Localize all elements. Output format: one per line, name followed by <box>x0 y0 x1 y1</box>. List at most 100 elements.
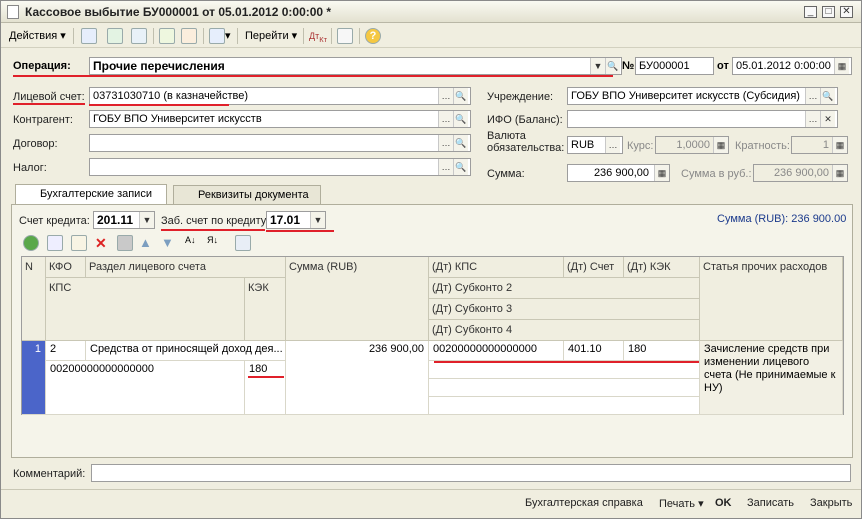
cell-kek[interactable]: 180 <box>245 361 286 415</box>
cell-dt-kek[interactable]: 180 <box>624 341 700 361</box>
counterparty-label: Контрагент: <box>13 114 73 126</box>
cell-kfo[interactable]: 2 <box>46 341 86 361</box>
actions-menu[interactable]: Действия ▾ <box>9 28 66 44</box>
delete-row-icon[interactable]: ✕ <box>95 235 111 251</box>
col-header-kfo[interactable]: КФО <box>46 257 86 278</box>
institution-select-button[interactable]: … <box>805 88 820 104</box>
col-header-dt-kps[interactable]: (Дт) КПС <box>429 257 564 278</box>
cell-section[interactable]: Средства от приносящей доход дея... <box>86 341 286 361</box>
col-header-dt-account[interactable]: (Дт) Счет <box>564 257 624 278</box>
number-field[interactable]: БУ000001 <box>635 57 714 75</box>
offbalance-label: Заб. счет по кредиту: <box>161 215 270 227</box>
cell-kps[interactable]: 00200000000000000 <box>46 361 245 415</box>
list-icon[interactable] <box>337 28 353 44</box>
col-header-subconto-4[interactable]: (Дт) Субконто 4 <box>429 320 700 341</box>
post-icon[interactable] <box>159 28 175 44</box>
counterparty-field[interactable]: ГОБУ ВПО Университет искусств … 🔍 <box>89 110 471 128</box>
tax-field[interactable]: … 🔍 <box>89 158 471 176</box>
ifo-clear-icon[interactable]: ✕ <box>820 111 835 127</box>
sum-label: Сумма: <box>487 168 525 180</box>
sum-rub-field: 236 900,00 ▦ <box>753 164 848 182</box>
contract-search-icon[interactable]: 🔍 <box>453 135 468 151</box>
operation-field[interactable]: Прочие перечисления ▼ 🔍 <box>89 57 622 75</box>
sum-rub-label: Сумма в руб.: <box>681 168 752 180</box>
cell-subconto-4[interactable] <box>429 397 700 415</box>
multiplicity-calculator-icon: ▦ <box>832 137 847 153</box>
counterparty-select-button[interactable]: … <box>438 111 453 127</box>
help-icon[interactable]: ? <box>365 28 381 44</box>
save-button[interactable]: Записать <box>747 497 794 509</box>
col-header-n[interactable]: N <box>22 257 46 341</box>
move-up-icon[interactable]: ▲ <box>139 235 155 251</box>
fill-table-icon[interactable] <box>235 235 251 251</box>
comment-label: Комментарий: <box>13 468 86 480</box>
ok-button[interactable]: OK <box>715 497 732 509</box>
accounting-report-button[interactable]: Бухгалтерская справка <box>525 497 643 509</box>
col-header-kps[interactable]: КПС <box>46 278 245 341</box>
copy-row-icon[interactable] <box>47 235 63 251</box>
cell-sum[interactable]: 236 900,00 <box>286 341 429 415</box>
ifo-select-button[interactable]: … <box>805 111 820 127</box>
close-button[interactable]: Закрыть <box>810 497 852 509</box>
institution-field[interactable]: ГОБУ ВПО Университет искусств (Субсидия)… <box>567 87 838 105</box>
move-down-icon[interactable]: ▼ <box>161 235 177 251</box>
copy-icon[interactable] <box>131 28 147 44</box>
print-menu-button[interactable]: Печать ▾ <box>659 497 704 510</box>
based-on-icon[interactable] <box>209 28 225 44</box>
col-header-dt-kek[interactable]: (Дт) КЭК <box>624 257 700 278</box>
calendar-icon[interactable]: ▦ <box>834 58 849 74</box>
col-header-section[interactable]: Раздел лицевого счета <box>86 257 286 278</box>
institution-search-icon[interactable]: 🔍 <box>820 88 835 104</box>
credit-dropdown-button[interactable]: ▼ <box>139 212 154 228</box>
col-header-sum[interactable]: Сумма (RUB) <box>286 257 429 341</box>
contract-select-button[interactable]: … <box>438 135 453 151</box>
dt-kt-icon[interactable]: ДтКт <box>309 28 327 44</box>
cell-subconto-2[interactable] <box>429 361 700 379</box>
col-header-kek[interactable]: КЭК <box>245 278 286 341</box>
account-select-button[interactable]: … <box>438 88 453 104</box>
counterparty-search-icon[interactable]: 🔍 <box>453 111 468 127</box>
unpost-icon[interactable] <box>181 28 197 44</box>
currency-select-button[interactable]: … <box>605 137 620 153</box>
currency-field[interactable]: RUB … <box>567 136 623 154</box>
back-icon[interactable] <box>81 28 97 44</box>
end-edit-icon[interactable] <box>117 235 133 251</box>
based-on-dropdown[interactable]: ▾ <box>225 28 231 44</box>
sort-descending-icon[interactable]: Я↓ <box>207 235 223 251</box>
tab-accounting-entries[interactable]: Бухгалтерские записи <box>15 184 167 205</box>
offbalance-dropdown-button[interactable]: ▼ <box>310 212 325 228</box>
sum-calculator-icon[interactable]: ▦ <box>654 165 669 181</box>
row-number[interactable]: 1 <box>22 341 46 415</box>
tab-document-details[interactable]: Реквизиты документа <box>173 185 321 204</box>
col-header-subconto-2[interactable]: (Дт) Субконто 2 <box>429 278 700 299</box>
edit-row-icon[interactable] <box>71 235 87 251</box>
col-header-article[interactable]: Статья прочих расходов <box>700 257 843 341</box>
offbalance-account-field[interactable]: 17.01 ▼ <box>266 211 326 229</box>
cell-dt-account[interactable]: 401.10 <box>564 341 624 361</box>
maximize-button[interactable]: □ <box>822 6 835 18</box>
account-field[interactable]: 03731030710 (в казначействе) … 🔍 <box>89 87 471 105</box>
refresh-icon[interactable] <box>107 28 123 44</box>
cell-article[interactable]: Зачисление средств при изменении лицевог… <box>700 341 843 415</box>
add-row-icon[interactable] <box>23 235 39 251</box>
col-header-subconto-3[interactable]: (Дт) Субконто 3 <box>429 299 700 320</box>
cell-dt-kps[interactable]: 00200000000000000 <box>429 341 564 361</box>
toolbar: Действия ▾ ▾ Перейти ▾ ДтКт ? <box>1 24 861 48</box>
tax-select-button[interactable]: … <box>438 159 453 175</box>
operation-search-icon[interactable]: 🔍 <box>605 58 620 74</box>
sort-ascending-icon[interactable]: A↓ <box>185 235 201 251</box>
tax-search-icon[interactable]: 🔍 <box>453 159 468 175</box>
close-window-button[interactable]: ✕ <box>840 6 853 18</box>
goto-menu[interactable]: Перейти ▾ <box>245 28 297 44</box>
account-search-icon[interactable]: 🔍 <box>453 88 468 104</box>
contract-field[interactable]: … 🔍 <box>89 134 471 152</box>
operation-dropdown-button[interactable]: ▼ <box>590 58 605 74</box>
rate-field: 1,0000 ▦ <box>655 136 729 154</box>
date-field[interactable]: 05.01.2012 0:00:00 ▦ <box>732 57 852 75</box>
comment-field[interactable] <box>91 464 851 482</box>
sum-field[interactable]: 236 900,00 ▦ <box>567 164 670 182</box>
minimize-button[interactable]: _ <box>804 6 817 18</box>
cell-subconto-3[interactable] <box>429 379 700 397</box>
ifo-field[interactable]: … ✕ <box>567 110 838 128</box>
credit-account-field[interactable]: 201.11 ▼ <box>93 211 155 229</box>
